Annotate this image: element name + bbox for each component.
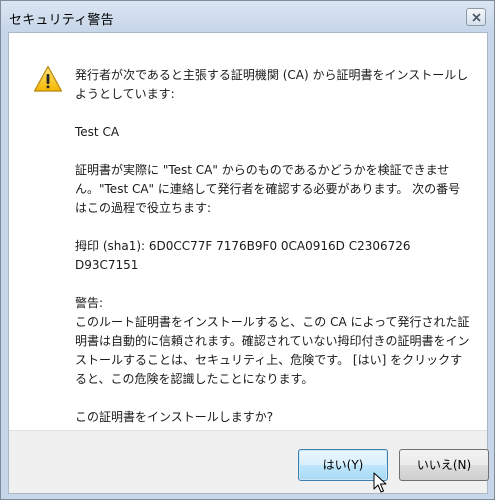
warning-label: 警告: <box>75 296 104 310</box>
thumbprint: 拇印 (sha1): 6D0CC77F 7176B9F0 0CA0916D C2… <box>75 239 411 272</box>
no-button[interactable]: いいえ(N) <box>399 449 489 481</box>
title-bar[interactable]: セキュリティ警告 <box>1 1 494 33</box>
warning-text: このルート証明書をインストールすると、この CA によって発行された証明書は自動… <box>75 315 470 386</box>
dialog-body: 発行者が次であると主張する証明機関 (CA) から証明書をインストールしようとし… <box>8 32 489 494</box>
close-button[interactable] <box>466 8 486 26</box>
dialog-title: セキュリティ警告 <box>9 13 114 28</box>
verify-notice: 証明書が実際に "Test CA" からのものであるかどうかを検証できません。"… <box>75 163 461 215</box>
warning-icon <box>33 65 63 92</box>
security-warning-dialog: セキュリティ警告 発行者が次であると主張する証明機関 (CA) から証明書をイン… <box>0 0 495 500</box>
mouse-pointer-icon <box>373 472 387 493</box>
install-question: この証明書をインストールしますか? <box>75 410 274 424</box>
intro-text: 発行者が次であると主張する証明機関 (CA) から証明書をインストールしようとし… <box>75 68 469 101</box>
close-icon <box>472 13 481 22</box>
ca-name: Test CA <box>75 125 120 139</box>
message-area: 発行者が次であると主張する証明機関 (CA) から証明書をインストールしようとし… <box>75 66 470 446</box>
